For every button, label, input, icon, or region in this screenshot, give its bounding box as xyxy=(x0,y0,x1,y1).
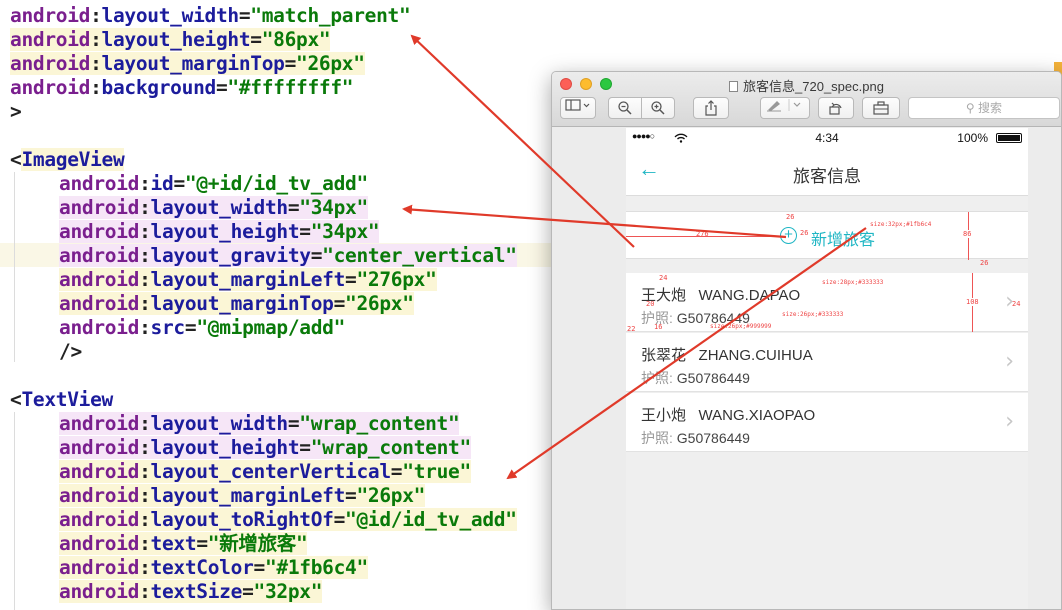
chevron-right-icon: › xyxy=(1005,409,1014,434)
code-line: android:layout_height="34px" xyxy=(59,220,380,243)
passenger-name: 王大炮 WANG.DAPAO xyxy=(641,287,801,304)
code-line: android:src="@mipmap/add" xyxy=(59,316,346,339)
code-line: android:layout_toRightOf="@id/id_tv_add" xyxy=(59,508,517,531)
spec-row-mid: 20 xyxy=(646,300,655,308)
code-line: android:layout_gravity="center_vertical" xyxy=(59,244,517,267)
sidebar-button[interactable] xyxy=(560,97,596,119)
phone-screen: ●●●●○ 4:34 100% ← 旅客信息 + 新增旅客 276 26 26 … xyxy=(626,128,1028,609)
battery-percent: 100% xyxy=(957,131,988,145)
toolbox-button[interactable] xyxy=(862,97,900,119)
spec-add-text: size:32px;#1fb6c4 xyxy=(870,221,932,228)
code-line: android:layout_marginLeft="26px" xyxy=(59,484,426,507)
indent-guide xyxy=(14,172,15,362)
code-line: android:layout_marginTop="26px" xyxy=(59,292,414,315)
code-line: android:id="@+id/id_tv_add" xyxy=(59,172,368,195)
spec-label-text: size:26px;#999999 xyxy=(710,323,772,330)
rotate-button[interactable] xyxy=(818,97,854,119)
passenger-passport: 护照: G50786449 xyxy=(641,430,750,446)
code-line: android:layout_centerVertical="true" xyxy=(59,460,471,483)
chevron-right-icon: › xyxy=(1005,349,1014,374)
spec-id-text: size:26px;#333333 xyxy=(782,311,844,318)
passenger-row[interactable]: 王大炮 WANG.DAPAO 护照: G50786449 › 24 20 16 … xyxy=(626,273,1028,333)
search-placeholder: 搜索 xyxy=(978,101,1003,115)
spec-name-text: size:28px;#333333 xyxy=(822,279,884,286)
window-title-text: 旅客信息_720_spec.png xyxy=(743,79,884,94)
spec-add-gap: 26 xyxy=(800,229,809,237)
search-field[interactable]: ⚲ 搜索 xyxy=(908,97,1060,119)
share-button[interactable] xyxy=(693,97,729,119)
sidebar-icon xyxy=(565,99,590,111)
spec-add-left: 276 xyxy=(696,230,709,238)
search-icon: ⚲ xyxy=(965,101,979,115)
toolbox-icon xyxy=(873,101,889,115)
code-line: <ImageView xyxy=(10,148,125,171)
code-line: android:layout_height="86px" xyxy=(10,28,331,51)
code-line: android:textColor="#1fb6c4" xyxy=(59,556,368,579)
code-line: android:text="新增旅客" xyxy=(59,532,308,555)
spec-row-top: 24 xyxy=(659,274,668,282)
spec-row-right: 24 xyxy=(1012,300,1021,308)
spec-row-left: 22 xyxy=(627,325,636,333)
add-passenger-label: 新增旅客 xyxy=(811,232,876,249)
markup-icon xyxy=(767,99,801,112)
code-line: android:background="#ffffffff" xyxy=(10,76,354,99)
preview-window[interactable]: 旅客信息_720_spec.png ⚲ 搜索 ●●●●○ 4:34 100% ←… xyxy=(551,71,1062,610)
passenger-row[interactable]: 王小炮 WANG.XIAOPAO 护照: G50786449 › xyxy=(626,393,1028,452)
rotate-icon xyxy=(829,102,842,115)
passenger-row[interactable]: 张翠花 ZHANG.CUIHUA 护照: G50786449 › xyxy=(626,333,1028,392)
code-line: android:layout_width="34px" xyxy=(59,196,368,219)
window-title: 旅客信息_720_spec.png xyxy=(552,76,1061,95)
status-bar: ●●●●○ 4:34 100% xyxy=(626,128,1028,148)
add-passenger-row[interactable]: + 新增旅客 276 26 26 size:32px;#1fb6c4 86 xyxy=(626,211,1028,260)
code-line: android:layout_marginLeft="276px" xyxy=(59,268,437,291)
code-line: /> xyxy=(59,340,82,363)
code-line: android:textSize="32px" xyxy=(59,580,323,603)
passenger-passport: 护照: G50786449 xyxy=(641,370,750,386)
battery-icon xyxy=(996,133,1022,143)
spec-row-height: 108 xyxy=(966,298,979,306)
passenger-name: 张翠花 ZHANG.CUIHUA xyxy=(641,347,813,364)
zoom-out-icon xyxy=(618,101,632,115)
code-line: android:layout_width="wrap_content" xyxy=(59,412,460,435)
spec-add-height: 86 xyxy=(963,230,972,238)
passenger-name: 王小炮 WANG.XIAOPAO xyxy=(641,407,816,424)
markup-button[interactable] xyxy=(760,97,810,119)
code-line: android:layout_width="match_parent" xyxy=(10,4,411,27)
code-line: > xyxy=(10,100,22,123)
screen-title: 旅客信息 xyxy=(793,167,861,186)
app-bar: ← 旅客信息 xyxy=(626,148,1028,196)
share-icon xyxy=(705,100,717,116)
code-line: android:layout_height="wrap_content" xyxy=(59,436,471,459)
code-line: <TextView xyxy=(10,388,113,411)
spec-row-bottom: 16 xyxy=(654,323,663,331)
window-titlebar[interactable]: 旅客信息_720_spec.png ⚲ 搜索 xyxy=(552,72,1061,127)
file-icon xyxy=(729,81,739,92)
zoom-out-button[interactable] xyxy=(608,97,642,119)
code-line: android:layout_marginTop="26px" xyxy=(10,52,365,75)
zoom-in-icon xyxy=(651,101,665,115)
add-icon: + xyxy=(780,227,797,244)
indent-guide xyxy=(14,412,15,610)
spec-add-top: 26 xyxy=(786,213,795,221)
zoom-in-button[interactable] xyxy=(641,97,675,119)
spec-section-gap: 26 xyxy=(980,259,989,267)
